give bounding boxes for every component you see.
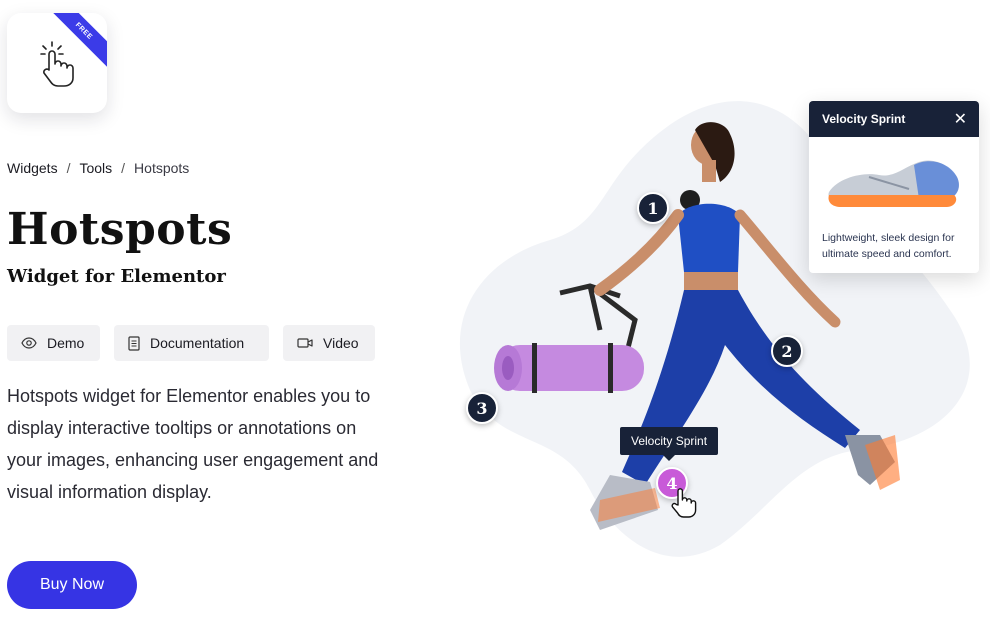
cursor-hand-icon [671,488,697,518]
demo-label: Demo [47,335,85,351]
document-icon [128,335,140,351]
demo-button[interactable]: Demo [7,325,100,361]
breadcrumb: Widgets / Tools / Hotspots [7,160,189,176]
widget-logo-card: FREE [7,13,107,113]
hotspot-tooltip: Velocity Sprint [620,427,719,461]
action-buttons: Demo Documentation Video [7,325,375,361]
buy-now-button[interactable]: Buy Now [7,561,137,609]
popup-title: Velocity Sprint [822,112,906,126]
breadcrumb-separator: / [66,160,71,176]
close-icon[interactable]: ✕ [954,109,967,129]
video-label: Video [323,335,359,351]
breadcrumb-current: Hotspots [134,160,190,176]
video-camera-icon [297,338,313,348]
hotspot-3[interactable]: 3 [466,392,498,424]
popup-header: Velocity Sprint ✕ [809,101,979,137]
product-popup: Velocity Sprint ✕ Lightweight, sleek des… [809,101,979,273]
page-subtitle: Widget for Elementor [7,266,226,287]
breadcrumb-tools[interactable]: Tools [79,160,112,176]
breadcrumb-separator: / [121,160,126,176]
breadcrumb-widgets[interactable]: Widgets [7,160,58,176]
video-button[interactable]: Video [283,325,375,361]
shoe-image [828,160,959,207]
tap-hand-icon [40,41,74,87]
documentation-button[interactable]: Documentation [114,325,269,361]
documentation-label: Documentation [150,335,245,351]
description: Hotspots widget for Elementor enables yo… [7,386,379,502]
hotspot-1[interactable]: 1 [637,192,669,224]
hotspot-2[interactable]: 2 [771,335,803,367]
popup-description: Lightweight, sleek design for ultimate s… [822,232,955,260]
page-title: Hotspots [7,204,233,255]
eye-icon [21,337,37,349]
